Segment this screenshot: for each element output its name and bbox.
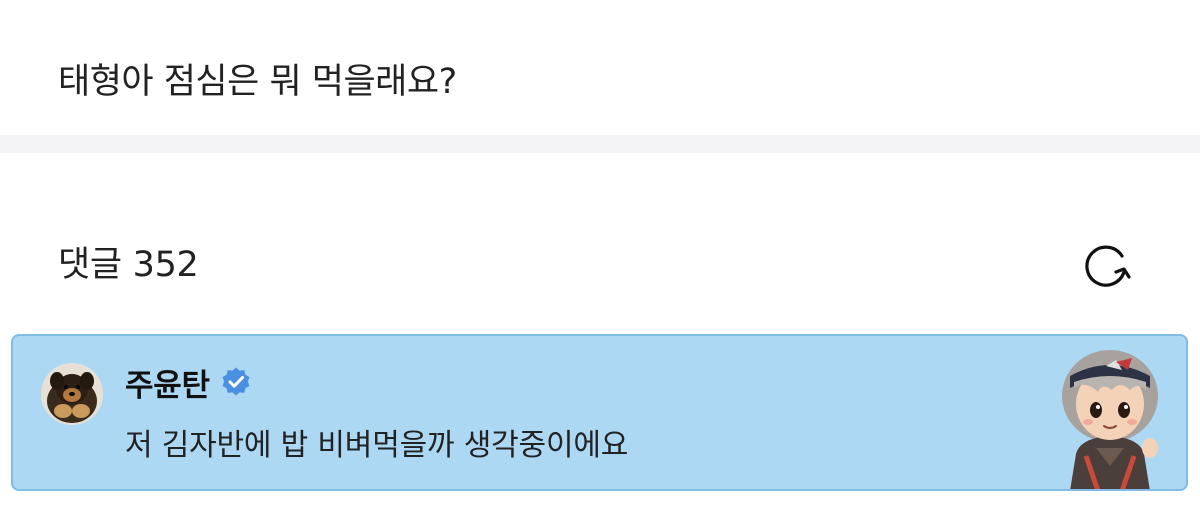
refresh-icon[interactable]: [1078, 239, 1134, 295]
comment-text: 저 김자반에 밥 비벼먹을까 생각중이에요: [125, 428, 629, 463]
comment-author-row: 주윤탄: [125, 360, 252, 405]
highlighted-comment[interactable]: 주윤탄 저 김자반에 밥 비벼먹을까 생각중이에요: [11, 334, 1188, 491]
comments-header: 댓글 352: [0, 153, 1200, 333]
character-sticker-icon: [1062, 350, 1158, 489]
comment-author[interactable]: 주윤탄: [125, 360, 210, 405]
dog-avatar-icon: [41, 363, 103, 425]
post-text: 태형아 점심은 뭐 먹을래요?: [58, 62, 457, 102]
post-body: 태형아 점심은 뭐 먹을래요?: [0, 0, 1200, 135]
section-divider: [0, 135, 1200, 153]
avatar[interactable]: [41, 363, 103, 425]
comments-count: 댓글 352: [58, 245, 199, 285]
post-detail-page: 태형아 점심은 뭐 먹을래요? 댓글 352 주윤탄 저 김자반에 밥 비벼먹을…: [0, 0, 1200, 521]
verified-badge-icon: [222, 367, 250, 396]
